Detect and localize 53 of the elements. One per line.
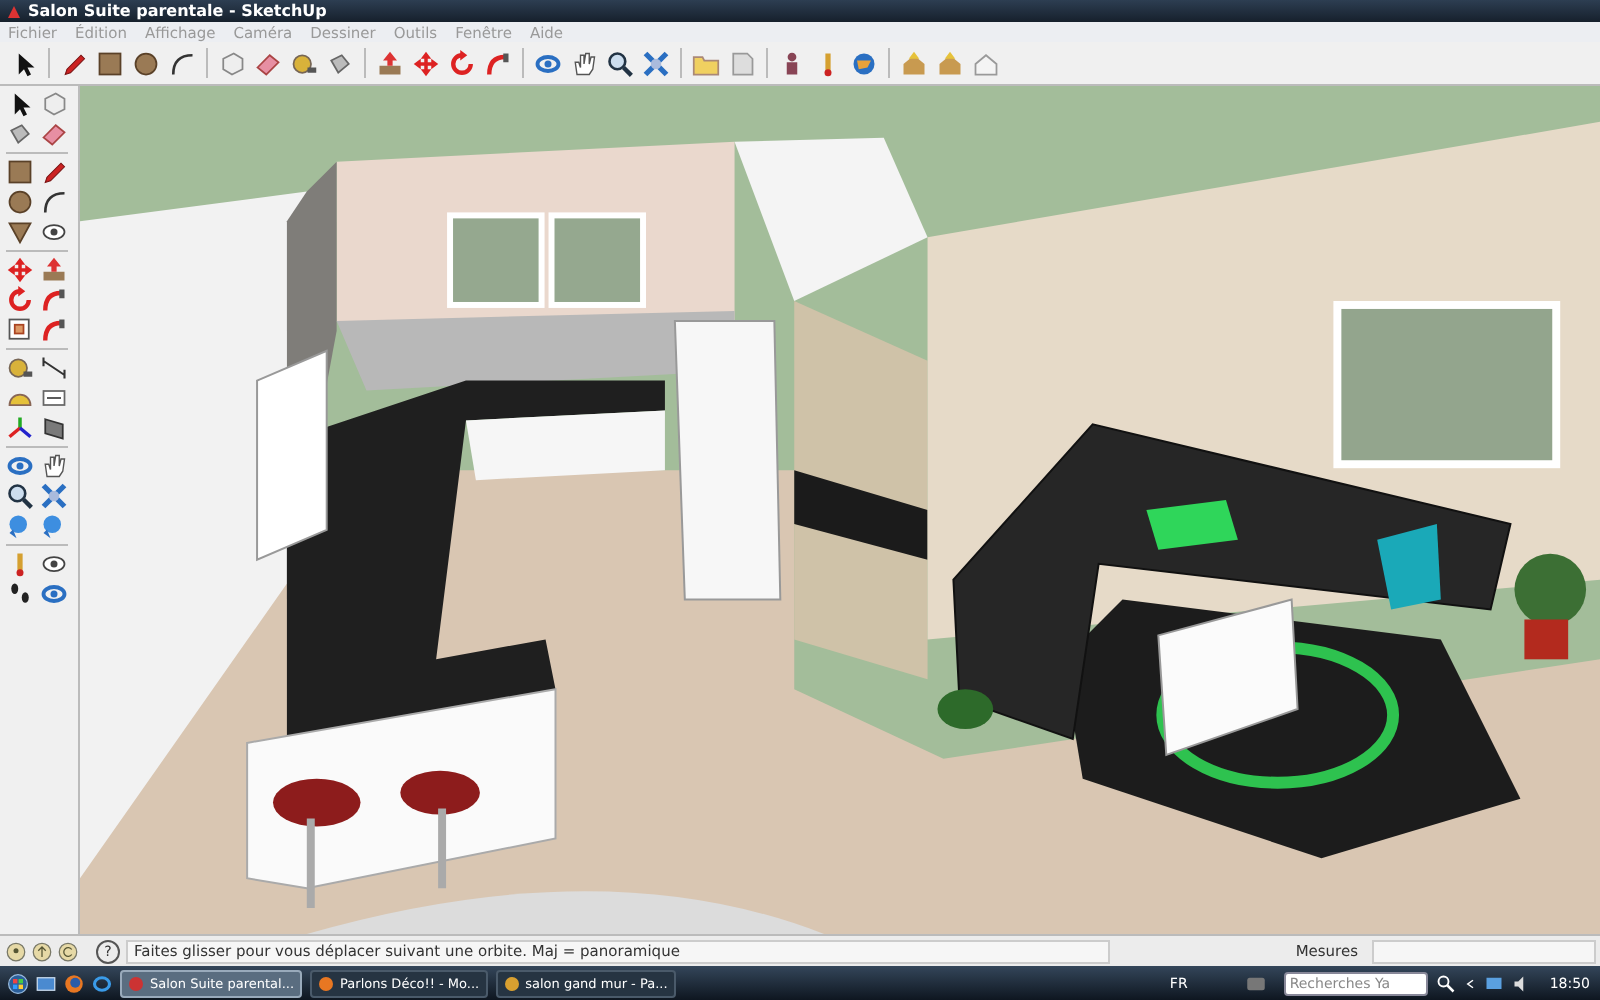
measurements-field[interactable] — [1372, 939, 1596, 963]
app-icon — [128, 975, 144, 991]
dimension-icon[interactable] — [40, 354, 68, 382]
circle-icon[interactable] — [6, 188, 34, 216]
magnifier-icon[interactable] — [6, 482, 34, 510]
section-plane-icon[interactable] — [40, 414, 68, 442]
copyright-icon[interactable] — [58, 941, 78, 961]
axes-icon[interactable] — [6, 414, 34, 442]
rotate-icon[interactable] — [6, 286, 34, 314]
move-icon[interactable] — [412, 49, 440, 77]
label-box-icon[interactable] — [40, 384, 68, 412]
globe-icon[interactable] — [850, 49, 878, 77]
push-pull-icon[interactable] — [376, 49, 404, 77]
square-icon[interactable] — [6, 158, 34, 186]
eraser-icon[interactable] — [40, 120, 68, 148]
tape-measure-icon[interactable] — [290, 49, 318, 77]
app-icon — [318, 975, 335, 991]
triangle-icon[interactable] — [6, 218, 34, 246]
orbit-icon[interactable] — [40, 580, 68, 608]
footprints-icon[interactable] — [6, 580, 34, 608]
follow-me-icon[interactable] — [40, 286, 68, 314]
offset-icon[interactable] — [6, 316, 34, 344]
start-orb-icon[interactable] — [8, 973, 28, 993]
push-pull-icon[interactable] — [40, 256, 68, 284]
window-title: Salon Suite parentale - SketchUp — [28, 2, 327, 20]
orbit-icon[interactable] — [534, 49, 562, 77]
desktop-icon[interactable] — [36, 973, 56, 993]
move-icon[interactable] — [6, 256, 34, 284]
follow-me-icon[interactable] — [484, 49, 512, 77]
arc-icon[interactable] — [168, 49, 196, 77]
square-icon[interactable] — [96, 49, 124, 77]
pencil-icon[interactable] — [60, 49, 88, 77]
house-outline-icon[interactable] — [972, 49, 1000, 77]
orbit-icon[interactable] — [6, 452, 34, 480]
hand-icon[interactable] — [570, 49, 598, 77]
app-icon — [503, 975, 520, 991]
search-icon[interactable] — [1435, 973, 1456, 993]
rotate-icon[interactable] — [448, 49, 476, 77]
eye-icon[interactable] — [40, 550, 68, 578]
follow-me-icon[interactable] — [40, 316, 68, 344]
hand-icon[interactable] — [40, 452, 68, 480]
arc-icon[interactable] — [40, 188, 68, 216]
tape-measure-icon[interactable] — [6, 354, 34, 382]
ring-icon[interactable] — [92, 973, 112, 993]
browser-globe-icon[interactable] — [64, 973, 84, 993]
cube-outline-icon[interactable] — [218, 49, 246, 77]
pencil-icon[interactable] — [40, 158, 68, 186]
eraser-icon[interactable] — [254, 49, 282, 77]
zoom-extents-icon[interactable] — [642, 49, 670, 77]
zoom-extents-icon[interactable] — [40, 482, 68, 510]
eye-icon[interactable] — [40, 218, 68, 246]
magnifier-icon[interactable] — [606, 49, 634, 77]
circle-icon[interactable] — [132, 49, 160, 77]
